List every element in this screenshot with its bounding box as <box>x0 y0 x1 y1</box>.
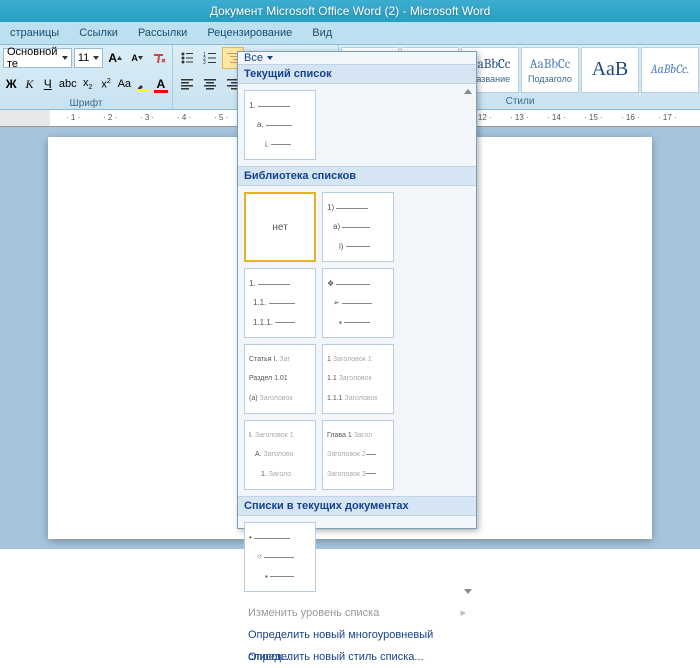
italic-button[interactable]: К <box>21 73 37 95</box>
tab-mailings[interactable]: Рассылки <box>128 24 197 42</box>
scroll-up-icon[interactable] <box>463 86 473 96</box>
font-name-combo[interactable]: Основной те <box>3 48 72 68</box>
list-preview-none[interactable]: нет <box>244 192 316 262</box>
svg-text:3: 3 <box>203 60 206 65</box>
list-preview[interactable]: 1. 1.1. 1.1.1. <box>244 268 316 338</box>
font-size-combo[interactable]: 11 <box>74 48 103 68</box>
align-left-button[interactable] <box>176 73 198 95</box>
strike-button[interactable]: abc <box>58 73 78 95</box>
numbering-button[interactable]: 123 <box>199 47 221 69</box>
list-preview-current[interactable]: 1. a. i. <box>244 90 316 160</box>
highlight-button[interactable] <box>134 73 150 95</box>
font-color-button[interactable]: A <box>153 73 169 95</box>
list-preview[interactable]: 1) a) i) <box>322 192 394 262</box>
style-item[interactable]: АаВ <box>581 47 639 93</box>
section-in-docs: Списки в текущих документах <box>238 496 476 516</box>
shrink-font-button[interactable]: A <box>127 47 147 69</box>
bold-button[interactable]: Ж <box>3 73 19 95</box>
section-list-library: Библиотека списков <box>238 166 476 186</box>
change-case-button[interactable]: Aa <box>116 73 132 95</box>
list-preview[interactable]: ❖ ➢ ▪ <box>322 268 394 338</box>
tab-references[interactable]: Ссылки <box>69 24 128 42</box>
tab-review[interactable]: Рецензирование <box>197 24 302 42</box>
style-item[interactable]: AaBbCcПодзаголо <box>521 47 579 93</box>
menu-define-new-style[interactable]: Определить новый стиль списка... <box>238 646 476 668</box>
style-item[interactable]: AaBbCc. <box>641 47 699 93</box>
align-center-button[interactable] <box>199 73 221 95</box>
list-preview[interactable]: I. Заголовок 1 A. Заголово 1. Заголо <box>244 420 316 490</box>
list-preview-indoc[interactable]: • ○ ▪ <box>244 522 316 592</box>
subscript-button[interactable]: x2 <box>80 73 96 95</box>
tab-page-layout[interactable]: страницы <box>0 24 69 42</box>
multilevel-list-dropdown: Все Текущий список 1. a. i. Библиотека с… <box>237 51 477 529</box>
menu-define-new-list[interactable]: Определить новый многоуровневый список..… <box>238 624 476 646</box>
clear-format-button[interactable] <box>149 47 169 69</box>
list-preview[interactable]: Глава 1 Загол Заголовок 2 Заголовок 3 <box>322 420 394 490</box>
titlebar: Документ Microsoft Office Word (2) - Mic… <box>0 0 700 22</box>
group-font: Основной те 11 A A Ж К Ч abc x2 x2 Aa A … <box>0 45 173 109</box>
list-preview[interactable]: 1 Заголовок 1 1.1 Заголовок 1.1.1 Заголо… <box>322 344 394 414</box>
scroll-down-icon[interactable] <box>463 586 473 596</box>
ribbon-tabs: страницы Ссылки Рассылки Рецензирование … <box>0 22 700 45</box>
list-preview[interactable]: Статья I. Заг Раздел 1.01 (a) Заголовок <box>244 344 316 414</box>
menu-change-list-level: Изменить уровень списка ▸ <box>238 602 476 624</box>
bullets-button[interactable] <box>176 47 198 69</box>
grow-font-button[interactable]: A <box>105 47 125 69</box>
tab-view[interactable]: Вид <box>302 24 342 42</box>
superscript-button[interactable]: x2 <box>98 73 114 95</box>
group-font-label: Шрифт <box>0 97 172 111</box>
underline-button[interactable]: Ч <box>40 73 56 95</box>
section-current-list: Текущий список <box>238 64 476 84</box>
dropdown-filter-all[interactable]: Все <box>238 52 476 64</box>
